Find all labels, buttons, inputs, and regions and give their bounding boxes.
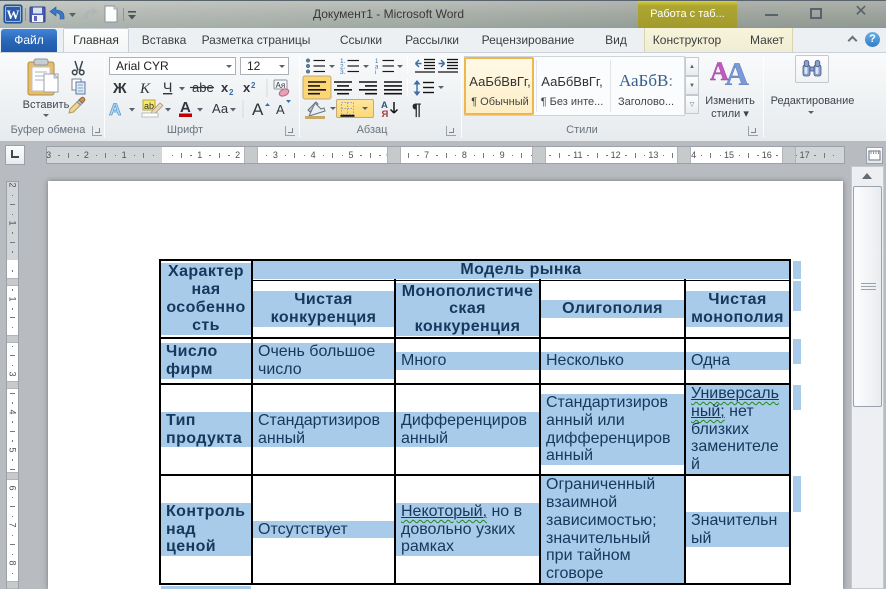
svg-text:3.: 3. bbox=[340, 69, 346, 75]
svg-text:Аа: Аа bbox=[212, 101, 229, 116]
svg-text:Aя: Aя bbox=[276, 81, 286, 90]
svg-text:Ж: Ж bbox=[112, 80, 127, 97]
svg-text:2: 2 bbox=[229, 88, 234, 97]
svg-text:x: x bbox=[221, 80, 229, 95]
svg-text:A: A bbox=[725, 57, 749, 85]
svg-text:x: x bbox=[243, 80, 251, 95]
svg-text:i: i bbox=[375, 70, 376, 75]
svg-text:А: А bbox=[276, 102, 285, 117]
svg-text:W: W bbox=[7, 7, 20, 22]
svg-text:2: 2 bbox=[251, 81, 256, 90]
svg-text:Ч: Ч bbox=[163, 79, 172, 95]
svg-text:А: А bbox=[180, 99, 191, 116]
svg-text:А: А bbox=[109, 100, 121, 119]
svg-text:А: А bbox=[252, 100, 264, 119]
svg-text:К: К bbox=[139, 81, 151, 97]
svg-text:ab: ab bbox=[144, 101, 154, 111]
svg-text:Я: Я bbox=[382, 109, 389, 118]
